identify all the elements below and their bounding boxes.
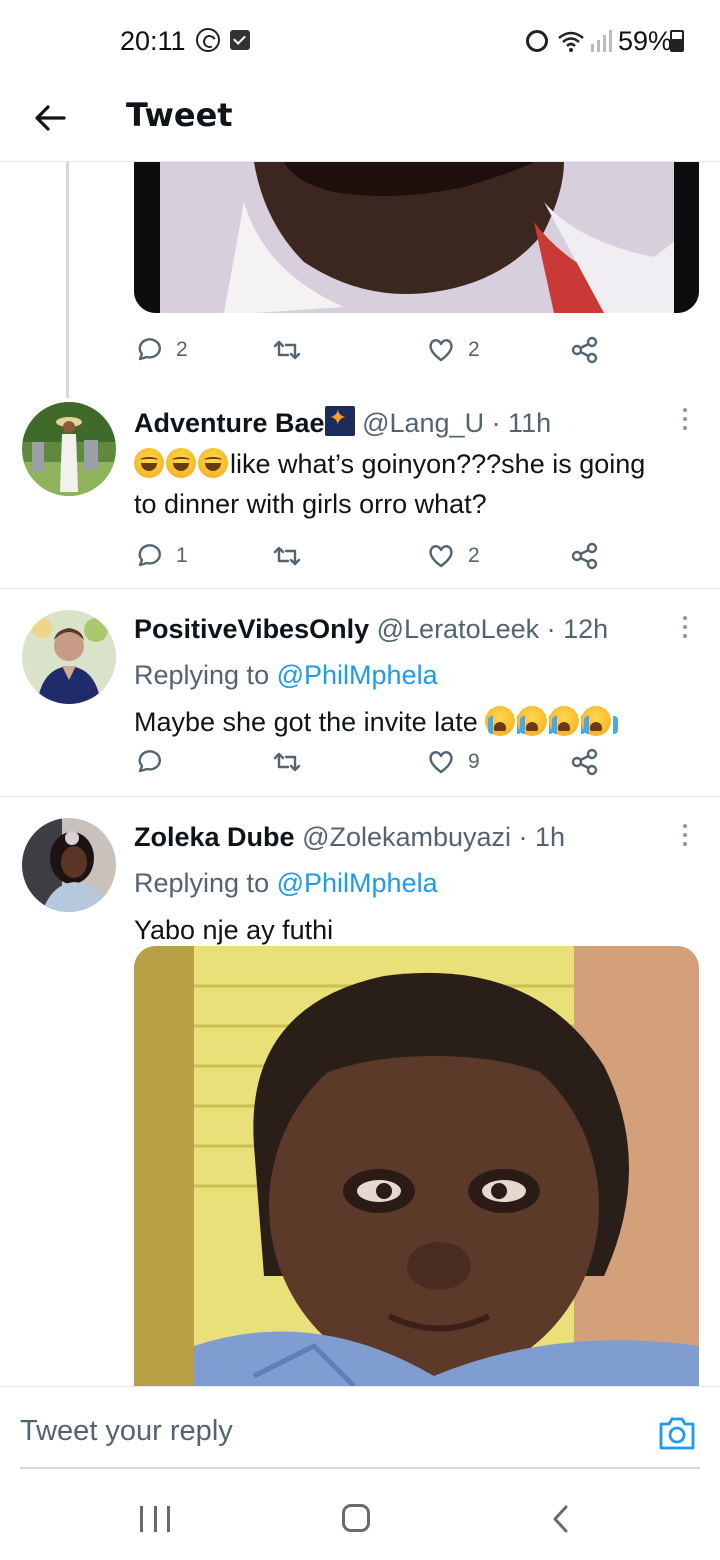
handle-time: @LeratoLeek · 12h (376, 614, 609, 644)
handle-time: @Zolekambuyazi · 1h (302, 822, 566, 852)
page-title: Tweet (126, 96, 233, 134)
reply-input[interactable]: Tweet your reply (20, 1415, 233, 1448)
crying-emoji-icon (485, 706, 523, 736)
share-icon (571, 336, 598, 364)
tweet-text-line: to dinner with girls orro what? (134, 489, 487, 519)
share-icon (571, 542, 598, 570)
replying-to: Replying to @PhilMphela (134, 660, 438, 691)
battery-percent: 59% (618, 26, 673, 56)
avatar[interactable] (22, 610, 116, 704)
like-count: 2 (468, 544, 480, 567)
top-app-bar: Tweet (0, 80, 720, 162)
reply-count: 1 (176, 544, 188, 567)
like-button[interactable]: 2 (426, 330, 480, 370)
laughing-emoji-icon (166, 448, 196, 478)
reply-button[interactable]: 1 (134, 536, 188, 576)
system-navigation-bar (0, 1482, 720, 1560)
retweet-button[interactable] (272, 330, 302, 370)
reply-button[interactable] (134, 742, 164, 782)
system-back-icon[interactable] (550, 1504, 570, 1534)
share-icon (571, 748, 598, 776)
home-button[interactable] (342, 1504, 370, 1532)
divider (0, 796, 720, 797)
whatsapp-icon (196, 28, 220, 52)
reply-composer: Tweet your reply (0, 1386, 720, 1482)
checkbox-notification-icon (230, 30, 250, 50)
display-name[interactable]: Zoleka Dube (134, 822, 295, 852)
retweet-button[interactable] (272, 536, 302, 576)
like-count: 9 (468, 750, 480, 773)
more-options-button[interactable] (680, 616, 690, 642)
laughing-emoji-icon (198, 448, 228, 478)
fireworks-emoji-icon (324, 406, 355, 436)
thread-line (66, 162, 69, 398)
tweet-header: Zoleka Dube @Zolekambuyazi · 1h (134, 822, 565, 853)
heart-icon (429, 545, 453, 568)
retweet-icon (273, 340, 301, 360)
reply-count: 2 (176, 338, 188, 361)
wifi-icon (558, 31, 584, 52)
tweet-text: like what’s goinyon???she is going to di… (134, 444, 704, 524)
crying-emoji-icon (581, 706, 619, 736)
share-button[interactable] (570, 330, 600, 370)
camera-icon[interactable] (658, 1415, 696, 1451)
tweet-text-line: like what’s goinyon???she is going (230, 449, 646, 479)
media-photo (134, 162, 699, 313)
tweet-header: Adventure Bae @Lang_U · 11h (134, 406, 551, 439)
signal-icon (591, 30, 612, 52)
tweet-text-line: Maybe she got the invite late (134, 707, 478, 737)
replying-prefix: Replying to (134, 660, 270, 690)
media-photo (134, 946, 699, 1386)
tweet-text: Yabo nje ay futhi (134, 910, 704, 950)
tweet-actions: 2 2 (134, 330, 614, 370)
battery-icon (670, 30, 684, 52)
crying-emoji-icon (549, 706, 587, 736)
heart-icon (429, 751, 453, 774)
like-button[interactable]: 2 (426, 536, 480, 576)
share-button[interactable] (570, 742, 600, 782)
alarm-icon (526, 30, 548, 52)
tweet-header: PositiveVibesOnly @LeratoLeek · 12h (134, 614, 608, 645)
reply-button[interactable]: 2 (134, 330, 188, 370)
laughing-emoji-icon (134, 448, 164, 478)
mention-link[interactable]: @PhilMphela (277, 660, 438, 690)
divider (0, 588, 720, 589)
display-name[interactable]: Adventure Bae (134, 408, 325, 438)
avatar-photo (22, 610, 116, 704)
heart-icon (429, 339, 453, 362)
recents-button[interactable] (140, 1506, 170, 1532)
handle-time: @Lang_U · 11h (362, 408, 552, 438)
display-name[interactable]: PositiveVibesOnly (134, 614, 369, 644)
like-button[interactable]: 9 (426, 742, 480, 782)
retweet-button[interactable] (272, 742, 302, 782)
tweet-text-line: Yabo nje ay futhi (134, 915, 334, 945)
more-options-button[interactable] (680, 408, 690, 434)
avatar[interactable] (22, 402, 116, 496)
status-bar: 20:11 59% (0, 0, 720, 80)
back-arrow-icon[interactable] (30, 98, 70, 138)
tweet-actions: 9 (134, 742, 614, 782)
tweet-feed[interactable]: 2 2 Adventure Bae✦ @Lang_U · 11h like wh… (0, 162, 720, 1386)
replying-prefix: Replying to (134, 868, 270, 898)
retweet-icon (273, 546, 301, 566)
crying-emoji-icon (517, 706, 555, 736)
tweet-media-image[interactable] (134, 162, 699, 313)
more-options-button[interactable] (680, 824, 690, 850)
tweet-actions: 1 2 (134, 536, 614, 576)
avatar-photo (22, 402, 116, 496)
like-count: 2 (468, 338, 480, 361)
reply-bubble-icon (138, 338, 161, 361)
mention-link[interactable]: @PhilMphela (277, 868, 438, 898)
reply-input-underline (20, 1467, 700, 1469)
avatar[interactable] (22, 818, 116, 912)
avatar-photo (22, 818, 116, 912)
share-button[interactable] (570, 536, 600, 576)
replying-to: Replying to @PhilMphela (134, 868, 438, 899)
status-time: 20:11 (120, 26, 186, 56)
tweet-media-image[interactable] (134, 946, 699, 1386)
retweet-icon (273, 752, 301, 772)
reply-bubble-icon (138, 750, 161, 773)
tweet-text: Maybe she got the invite late (134, 702, 704, 742)
reply-bubble-icon (138, 544, 161, 567)
